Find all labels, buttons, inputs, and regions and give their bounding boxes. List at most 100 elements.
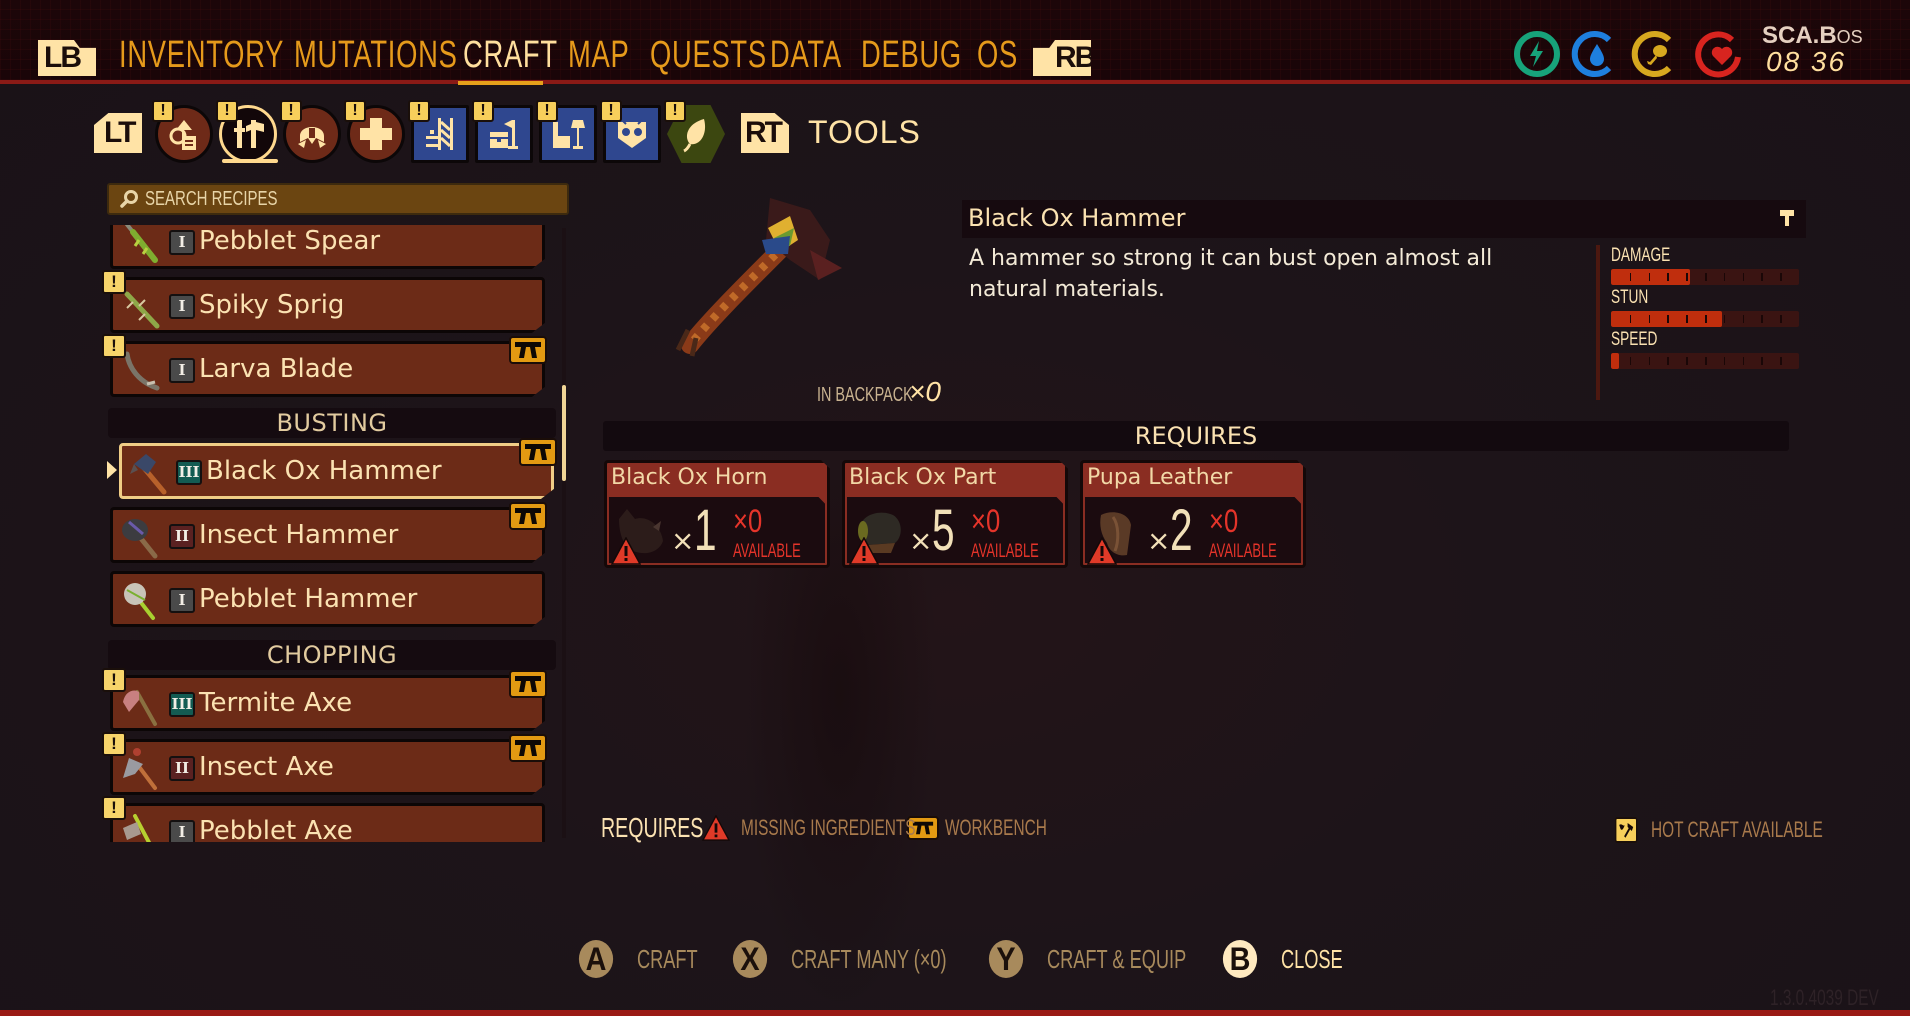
stat-label-speed: SPEED — [1611, 329, 1658, 350]
water-drop-icon — [1571, 31, 1612, 77]
os-brand-suffix: OS — [1836, 27, 1863, 47]
category-armor[interactable]: ! — [280, 100, 342, 164]
search-recipes-input[interactable]: SEARCH RECIPES — [107, 183, 569, 215]
ingredient-available-label: AVAILABLE — [733, 541, 801, 562]
recipe-name: Pebblet Axe — [199, 816, 353, 842]
stat-bar-stun — [1611, 311, 1799, 327]
lt-trigger-button[interactable]: LT — [94, 113, 142, 153]
stat-segment-tick — [1667, 357, 1669, 365]
hammer-type-icon — [1780, 210, 1794, 226]
rb-bumper-button[interactable]: RB — [1033, 40, 1091, 76]
stat-segment-tick — [1705, 315, 1707, 323]
category-decor[interactable]: ! — [600, 100, 662, 164]
tab-data[interactable]: DATA — [770, 34, 842, 80]
recipe-spiky-sprig[interactable]: I Spiky Sprig — [110, 277, 545, 333]
recipe-list-scrollbar[interactable] — [562, 228, 566, 838]
item-title: Black Ox Hammer — [968, 204, 1186, 232]
category-nature[interactable]: ! — [664, 100, 726, 164]
recipe-pebblet-hammer[interactable]: I Pebblet Hammer — [110, 571, 545, 627]
ingredient-black-ox-part[interactable]: Black Ox Part ×5 ×0 AVAILABLE — [842, 460, 1068, 568]
workbench-icon — [515, 342, 541, 358]
bottom-border — [0, 1010, 1910, 1016]
prompt-close[interactable]: B CLOSE — [1221, 940, 1369, 978]
ingredient-have-count: ×0 — [971, 503, 1001, 539]
tab-os[interactable]: OS — [977, 34, 1018, 80]
ingredient-body: ×2 ×0 AVAILABLE — [1085, 497, 1301, 563]
recipe-insect-hammer[interactable]: II Insect Hammer — [110, 507, 545, 563]
recipe-termite-axe[interactable]: III Termite Axe — [110, 675, 545, 731]
ingredient-required-count: 1 — [694, 498, 718, 563]
missing-ingredient-warning-icon — [611, 537, 641, 565]
stat-segment-tick — [1686, 315, 1688, 323]
vital-health — [1693, 29, 1743, 79]
stat-segment-tick — [1667, 273, 1669, 281]
in-backpack-label: IN BACKPACK — [817, 384, 913, 406]
top-nav-bar: LB INVENTORY MUTATIONS CRAFT MAP QUESTS … — [0, 0, 1910, 85]
recipe-list-scroll-thumb[interactable] — [562, 385, 566, 481]
prompt-craft-many[interactable]: X CRAFT MANY (×0) — [731, 940, 1013, 978]
recipe-name: Pebblet Spear — [199, 226, 381, 256]
black-ox-hammer-icon — [130, 454, 167, 495]
category-tools[interactable]: ! — [216, 100, 278, 164]
recipe-name: Insect Hammer — [199, 520, 399, 550]
b-button-icon: B — [1222, 940, 1258, 978]
category-healing[interactable]: ! — [344, 100, 406, 164]
ingredient-pupa-leather[interactable]: Pupa Leather ×2 ×0 AVAILABLE — [1080, 460, 1306, 568]
workbench-icon — [515, 740, 541, 756]
stat-segment-tick — [1761, 357, 1763, 365]
tier-badge: I — [169, 230, 195, 255]
recipe-name: Spiky Sprig — [199, 290, 345, 320]
stat-segment-tick — [1780, 357, 1782, 365]
tab-mutations[interactable]: MUTATIONS — [294, 34, 458, 80]
vital-water — [1570, 29, 1620, 79]
black-ox-hammer-preview-icon — [675, 198, 842, 357]
category-building[interactable]: ! — [408, 100, 470, 164]
stat-segment-tick — [1780, 273, 1782, 281]
missing-ingredient-warning-icon — [849, 537, 879, 565]
recipe-larva-blade[interactable]: I Larva Blade — [110, 341, 545, 397]
tab-debug[interactable]: DEBUG — [861, 34, 962, 80]
lb-bumper-button[interactable]: LB — [38, 40, 96, 76]
ingredient-required: ×2 — [1147, 498, 1194, 563]
tab-craft[interactable]: CRAFT — [463, 34, 558, 80]
tier-badge: II — [169, 524, 195, 549]
pebblet-hammer-icon — [124, 583, 155, 620]
workbench-badge — [519, 438, 557, 466]
stat-bar-speed — [1611, 353, 1799, 369]
tab-map[interactable]: MAP — [568, 34, 629, 80]
category-selection-underline — [222, 159, 278, 163]
recipe-pebblet-axe[interactable]: I Pebblet Axe — [110, 803, 545, 842]
recipe-black-ox-hammer[interactable]: III Black Ox Hammer — [119, 443, 554, 499]
category-furniture[interactable]: ! — [536, 100, 598, 164]
tab-quests[interactable]: QUESTS — [650, 34, 767, 80]
recipe-name: Black Ox Hammer — [206, 456, 442, 486]
rt-trigger-button[interactable]: RT — [741, 113, 789, 153]
legend-missing-ingredients: MISSING INGREDIENTS — [741, 815, 916, 840]
new-badge: ! — [102, 796, 126, 820]
hot-craft-badge — [1615, 817, 1638, 843]
item-title-bar: Black Ox Hammer — [962, 200, 1806, 238]
recipe-pebblet-spear[interactable]: I Pebblet Spear — [110, 225, 545, 269]
stat-segment-tick — [1686, 273, 1688, 281]
category-resources[interactable]: ! — [152, 100, 214, 164]
stat-fill-speed — [1611, 353, 1619, 369]
tier-badge: I — [169, 820, 195, 842]
tier-badge: I — [169, 588, 195, 613]
heart-icon — [1695, 31, 1741, 78]
prompt-craft-equip[interactable]: Y CRAFT & EQUIP — [987, 940, 1246, 978]
stat-segment-tick — [1723, 273, 1726, 281]
recipe-name: Pebblet Hammer — [199, 584, 418, 614]
stat-label-damage: DAMAGE — [1611, 245, 1671, 266]
recipe-list[interactable]: I Pebblet Spear I Spiky Sprig ! I Larva … — [100, 225, 570, 842]
recipe-name: Larva Blade — [199, 354, 354, 384]
ingredient-black-ox-horn[interactable]: Black Ox Horn ×1 ×0 AVAILABLE — [604, 460, 830, 568]
recipe-insect-axe[interactable]: II Insect Axe — [110, 739, 545, 795]
spear-icon — [123, 225, 158, 263]
category-storage[interactable]: ! — [472, 100, 534, 164]
ingredient-required-count: 2 — [1170, 498, 1194, 563]
prompt-craft[interactable]: A CRAFT — [577, 940, 724, 978]
tab-inventory[interactable]: INVENTORY — [119, 34, 284, 80]
new-badge: ! — [600, 100, 622, 122]
stat-segment-tick — [1742, 273, 1745, 281]
ingredient-name: Pupa Leather — [1087, 465, 1233, 490]
